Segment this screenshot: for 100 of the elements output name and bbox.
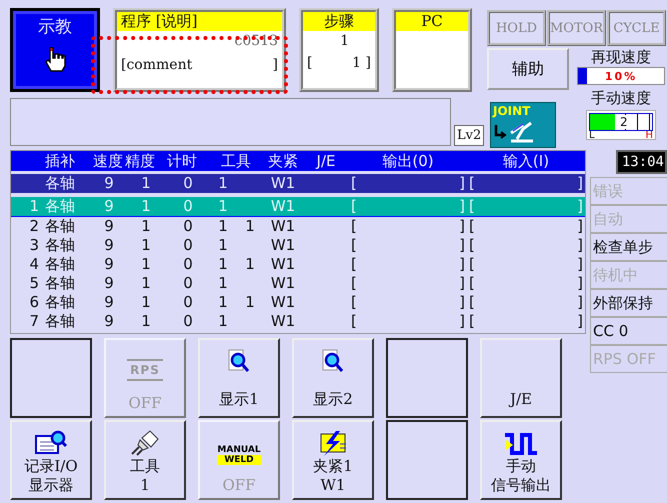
column-header: 插补 (45, 152, 76, 170)
table-cell-text: 各轴 (45, 236, 76, 255)
status-indicator: 自动 (590, 205, 667, 233)
table-cell-text: 1 (140, 274, 152, 293)
table-cell-text: 1 (217, 255, 229, 274)
bracket: [ (351, 293, 357, 312)
panel-header: PC (396, 12, 468, 31)
level-badge: Lv2 (454, 125, 484, 146)
function-button[interactable]: 记录I/O 显示器 (10, 420, 92, 500)
bracket: [ (469, 293, 475, 312)
table-cell-text: 0 (182, 217, 194, 236)
column-header: 夹紧 (267, 152, 299, 170)
bracket: [ (351, 197, 357, 216)
status-indicator: CC 0 (590, 317, 667, 345)
function-button[interactable]: J/E (480, 338, 562, 418)
table-cell-text: 各轴 (45, 274, 76, 293)
table-cell-text: 9 (103, 293, 115, 312)
table-cell-text: 0 (182, 293, 194, 312)
table-cell-text: 1 (217, 197, 229, 216)
bracket: [ (351, 174, 357, 193)
table-cell-text: 1 (140, 197, 152, 216)
table-cell-text: W1 (270, 255, 296, 274)
document-magnifier-icon (35, 430, 67, 456)
speed-label: 再现速度 (591, 48, 651, 67)
table-cell-text: 1 (28, 197, 40, 216)
table-cell-text: W1 (270, 312, 296, 331)
column-header: J/E (314, 152, 336, 170)
function-button[interactable] (10, 338, 92, 418)
table-cell-text: 1 (244, 217, 256, 236)
table-row[interactable]: 5 各轴 9 1 0 1 W1 [ ] [ ] (11, 274, 585, 293)
bracket: ] (459, 217, 465, 236)
table-cell-text: 0 (182, 197, 194, 216)
table-cell-text: 各轴 (45, 293, 76, 312)
column-header: 计时 (167, 152, 198, 170)
table-cell-text: 2 (28, 217, 40, 236)
panel-header: 步骤 (303, 12, 375, 31)
bracket: ] (577, 236, 583, 255)
bracket: [ (307, 55, 312, 71)
table-cell-text: 0 (182, 274, 194, 293)
table-row[interactable]: 6 各轴 9 1 0 1 1 W1 [ ] [ ] (11, 293, 585, 312)
document-magnifier-icon (228, 349, 250, 375)
table-cell-text: 各轴 (45, 174, 76, 193)
low-label: L (589, 131, 595, 141)
table-cell-text: 1 (140, 236, 152, 255)
auxiliary-button[interactable]: 辅助 (487, 48, 569, 90)
table-cell-text: 1 (217, 312, 229, 331)
table-cell-text: 1 (217, 217, 229, 236)
table-cell-text: 1 (140, 312, 152, 331)
bracket: ] (577, 312, 583, 331)
status-indicator: 错误 (590, 177, 667, 205)
bracket: ] (459, 293, 465, 312)
function-button[interactable]: 显示2 (292, 338, 374, 418)
bracket: ] (272, 57, 278, 73)
table-cell-text: 各轴 (45, 312, 76, 331)
bracket: [ (469, 197, 475, 216)
bracket: ] (459, 236, 465, 255)
table-cell-text: 1 (217, 293, 229, 312)
teach-mode-button[interactable]: 示教 (10, 8, 100, 92)
table-cell-text: W1 (270, 217, 296, 236)
table-cell-text: 1 (140, 217, 152, 236)
function-button[interactable]: 夹紧1 W1 (292, 420, 374, 500)
table-cell-text: 各轴 (45, 217, 76, 236)
pointing-hand-icon (44, 46, 66, 72)
bracket: ] (459, 197, 465, 216)
table-cell-text: 1 (140, 174, 152, 193)
table-cell-text: 1 (140, 293, 152, 312)
bracket: ] (577, 293, 583, 312)
function-button[interactable]: 手动 信号输出 (480, 420, 562, 500)
bracket: [ (351, 312, 357, 331)
function-button[interactable]: 显示1 (198, 338, 280, 418)
table-row[interactable]: 4 各轴 9 1 0 1 1 W1 [ ] [ ] (11, 255, 585, 274)
table-cell-text: 9 (103, 312, 115, 331)
bracket: [ (351, 274, 357, 293)
status-indicator: 外部保持 (590, 289, 667, 317)
joint-coordinate-button[interactable]: JOINT (490, 102, 556, 148)
bracket: [ (469, 255, 475, 274)
table-cell-text: W1 (270, 293, 296, 312)
clock-time: 13:04 (616, 150, 667, 174)
column-header: 精度 (125, 152, 156, 170)
table-cell-text: 6 (28, 293, 40, 312)
table-cell-text: 9 (103, 174, 115, 193)
bracket: ] (459, 174, 465, 193)
table-cell-text: 0 (182, 312, 194, 331)
table-cell-text: 9 (103, 197, 115, 216)
plug-icon (130, 430, 160, 456)
column-header: 输出(0) (381, 152, 435, 170)
function-button[interactable]: 工具 1 (104, 420, 186, 500)
bracket: ] (459, 274, 465, 293)
function-button[interactable] (386, 338, 468, 418)
function-button[interactable] (386, 420, 468, 500)
program-comment: [comment (121, 57, 192, 73)
speed-reading: 10% (604, 70, 638, 82)
bracket: ] (577, 217, 583, 236)
table-cell-text: W1 (270, 197, 296, 216)
table-row[interactable]: 7 各轴 9 1 0 1 W1 [ ] [ ] (11, 312, 585, 331)
table-cell-text: 1 (244, 293, 256, 312)
table-row[interactable]: 2 各轴 9 1 0 1 1 W1 [ ] [ ] (11, 217, 585, 236)
bracket: ] (577, 197, 583, 216)
table-row[interactable]: 3 各轴 9 1 0 1 W1 [ ] [ ] (11, 236, 585, 255)
table-cell-text: 4 (28, 255, 40, 274)
